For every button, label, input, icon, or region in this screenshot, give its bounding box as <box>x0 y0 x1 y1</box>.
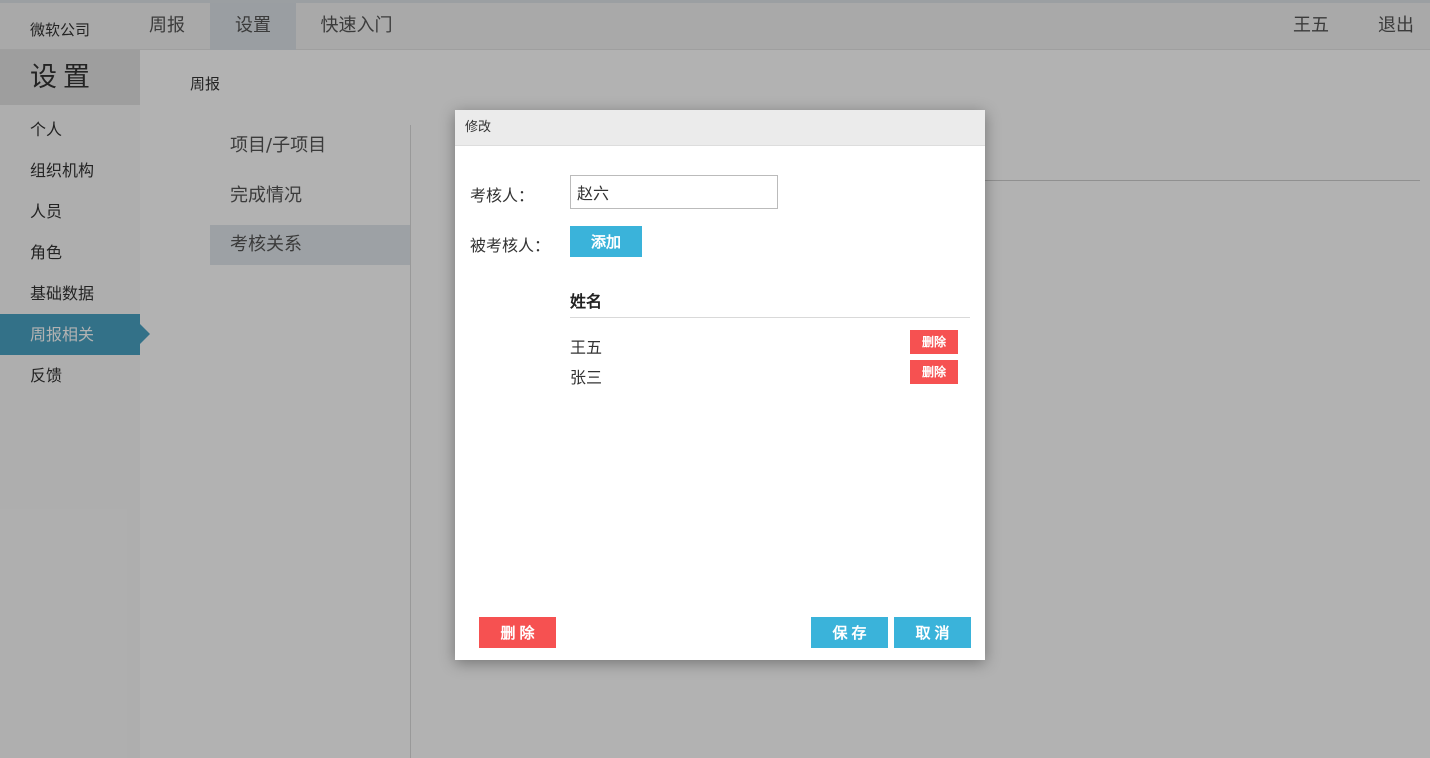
reviewer-input[interactable] <box>570 175 778 209</box>
cancel-button[interactable]: 取消 <box>894 617 971 648</box>
name-column-header: 姓名 <box>570 292 603 311</box>
delete-button[interactable]: 删除 <box>479 617 556 648</box>
delete-row-button[interactable]: 删除 <box>910 360 958 384</box>
save-button[interactable]: 保存 <box>811 617 888 648</box>
header-divider <box>570 317 970 318</box>
modal-title: 修改 <box>455 110 985 146</box>
reviewer-label: 考核人： <box>470 186 535 205</box>
reviewee-name: 王五 <box>570 338 603 357</box>
add-reviewee-button[interactable]: 添加 <box>570 226 642 257</box>
edit-modal: 修改 考核人： 被考核人： 添加 姓名 王五 删除 张三 删除 删除 保存 取消 <box>455 110 985 660</box>
delete-row-button[interactable]: 删除 <box>910 330 958 354</box>
reviewee-name: 张三 <box>570 368 603 387</box>
reviewee-label: 被考核人： <box>470 236 551 255</box>
